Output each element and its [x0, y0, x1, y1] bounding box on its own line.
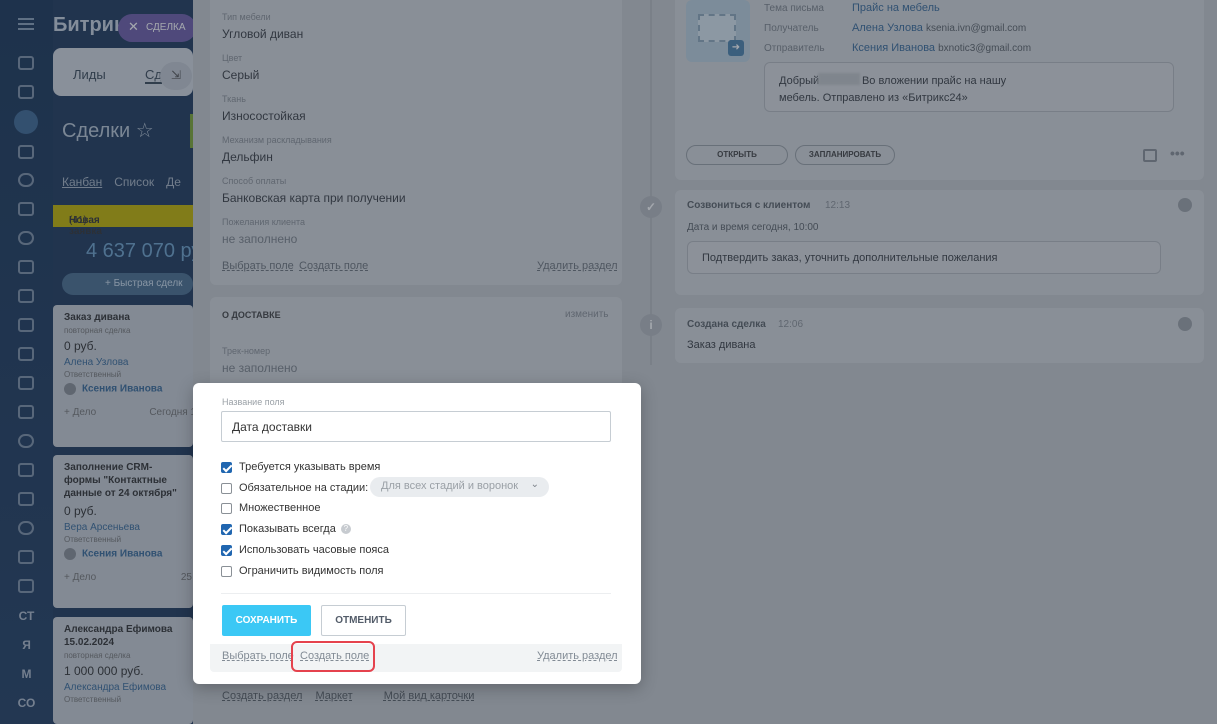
option-label: Показывать всегда: [239, 523, 336, 535]
option-label: Обязательное на стадии:: [239, 482, 369, 494]
option-multiple[interactable]: Множественное: [221, 500, 320, 516]
checkbox[interactable]: [221, 565, 232, 577]
option-restrict-visibility[interactable]: Ограничить видимость поля: [221, 563, 384, 579]
stage-select[interactable]: Для всех стадий и воронок ⌄: [370, 477, 549, 497]
chevron-down-icon: ⌄: [530, 479, 539, 490]
checkbox[interactable]: [221, 544, 232, 556]
stage-select-value: Для всех стадий и воронок: [381, 480, 519, 492]
delete-section-link[interactable]: Удалить раздел: [537, 650, 618, 662]
field-name-input[interactable]: [221, 411, 611, 442]
highlight-frame: [291, 641, 375, 672]
option-require-time[interactable]: Требуется указывать время: [221, 459, 380, 475]
checkbox[interactable]: [221, 523, 232, 535]
option-show-always[interactable]: Показывать всегда?: [221, 521, 351, 537]
select-field-link[interactable]: Выбрать поле: [222, 650, 294, 662]
cancel-button[interactable]: ОТМЕНИТЬ: [321, 605, 406, 636]
save-button[interactable]: СОХРАНИТЬ: [222, 605, 311, 636]
checkbox[interactable]: [221, 502, 232, 514]
help-icon[interactable]: ?: [340, 524, 351, 534]
divider: [221, 593, 611, 594]
option-label: Требуется указывать время: [239, 461, 381, 473]
option-label: Ограничить видимость поля: [239, 565, 384, 577]
field-name-label: Название поля: [222, 397, 285, 407]
option-label: Множественное: [239, 502, 321, 514]
checkbox[interactable]: [221, 461, 232, 473]
option-required-stage[interactable]: Обязательное на стадии:: [221, 480, 368, 496]
option-label: Использовать часовые пояса: [239, 544, 390, 556]
checkbox[interactable]: [221, 482, 232, 494]
option-timezones[interactable]: Использовать часовые пояса: [221, 542, 389, 558]
